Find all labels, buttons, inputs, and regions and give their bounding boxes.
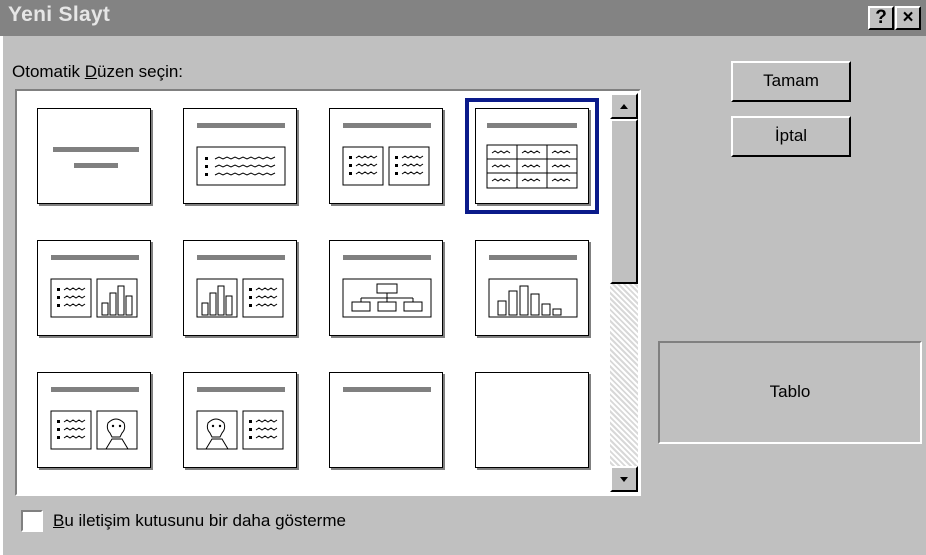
blank-slide-icon: [476, 373, 588, 467]
text-and-clip-art-icon: [50, 387, 139, 450]
close-icon: ×: [902, 7, 914, 28]
table-icon: [486, 123, 578, 189]
layout-gallery[interactable]: [15, 89, 641, 496]
ok-button[interactable]: Tamam: [731, 61, 851, 102]
title-only-icon: [343, 387, 431, 392]
layout-chart[interactable]: [475, 240, 589, 336]
dont-show-label[interactable]: Bu iletişim kutusunu bir daha gösterme: [53, 511, 346, 531]
scroll-thumb[interactable]: [610, 119, 638, 284]
layout-two-column-text[interactable]: [329, 108, 443, 204]
cancel-button[interactable]: İptal: [731, 116, 851, 157]
layout-text-and-clip-art[interactable]: [37, 372, 151, 468]
layout-grid: [17, 91, 608, 494]
dialog-title: Yeni Slayt: [8, 3, 111, 26]
layout-table[interactable]: [465, 98, 599, 214]
layout-blank[interactable]: [475, 372, 589, 468]
chart-and-text-icon: [196, 255, 285, 318]
scroll-up-button[interactable]: [610, 93, 638, 119]
gallery-scrollbar[interactable]: [610, 93, 638, 492]
title-bar[interactable]: Yeni Slayt ? ×: [0, 0, 926, 36]
org-chart-icon: [342, 255, 432, 318]
bulleted-list-icon: [196, 123, 286, 186]
arrow-up-icon: [620, 104, 628, 109]
text-and-chart-icon: [50, 255, 139, 318]
arrow-down-icon: [620, 477, 628, 482]
title-slide-icon: [53, 147, 139, 168]
two-column-text-icon: [342, 123, 431, 186]
dialog-edge: [0, 36, 3, 555]
help-icon: ?: [875, 7, 887, 28]
layout-title-only[interactable]: [329, 372, 443, 468]
layout-clip-art-and-text[interactable]: [183, 372, 297, 468]
scroll-down-button[interactable]: [610, 466, 638, 492]
layout-prompt: Otomatik Düzen seçin:: [12, 62, 184, 81]
layout-bulleted-list[interactable]: [183, 108, 297, 204]
dont-show-checkbox[interactable]: [21, 510, 43, 532]
layout-organization-chart[interactable]: [329, 240, 443, 336]
clip-art-and-text-icon: [196, 387, 285, 450]
chart-icon: [488, 255, 578, 318]
layout-chart-and-text[interactable]: [183, 240, 297, 336]
close-button[interactable]: ×: [895, 6, 921, 30]
layout-preview-label: Tablo: [658, 341, 922, 444]
layout-text-and-chart[interactable]: [37, 240, 151, 336]
layout-title-slide[interactable]: [37, 108, 151, 204]
help-button[interactable]: ?: [868, 6, 894, 30]
